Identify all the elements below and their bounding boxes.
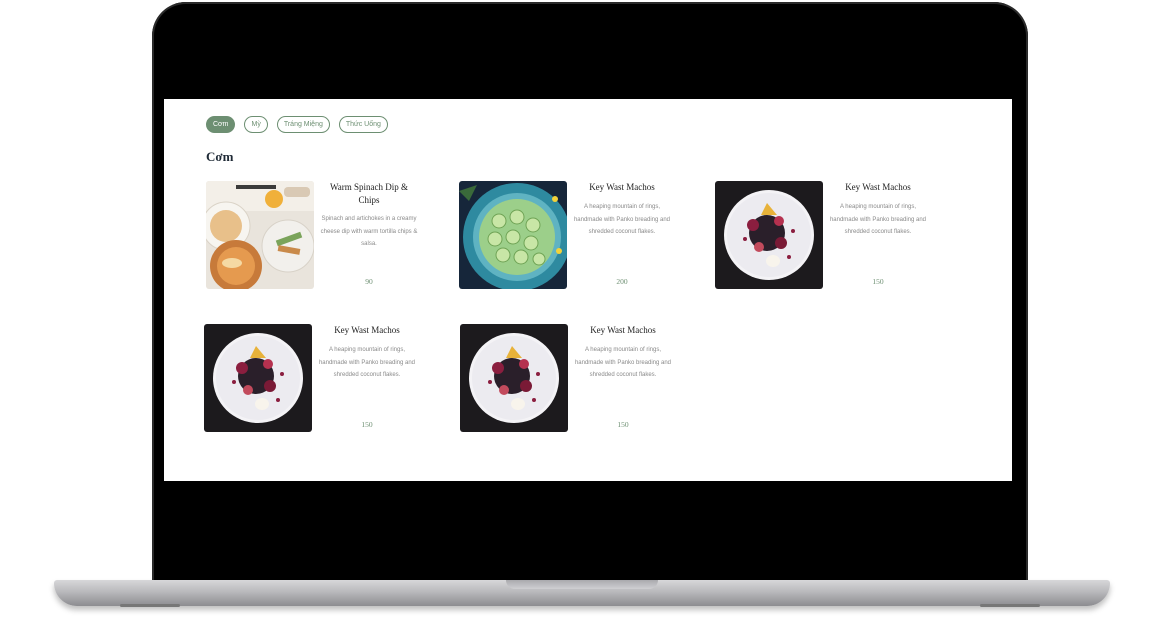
spinach-dip-photo [206, 181, 314, 289]
item-price: 90 [365, 277, 373, 286]
menu-item-card[interactable]: Warm Spinach Dip & Chips Spinach and art… [206, 181, 436, 291]
menu-item-card[interactable]: Key Wast Machos A heaping mountain of ri… [204, 324, 434, 434]
tab-thuc-uong[interactable]: Thức Uống [338, 116, 388, 133]
cucumber-salad-photo [459, 181, 567, 289]
section-title: Cơm [206, 149, 234, 164]
item-title: Key Wast Machos [845, 182, 911, 192]
menu-item-card[interactable]: Key Wast Machos A heaping mountain of ri… [459, 181, 689, 291]
plated-dish-photo [715, 181, 823, 289]
item-description: A heaping mountain of rings, handmade wi… [574, 347, 672, 378]
item-description: A heaping mountain of rings, handmade wi… [573, 204, 671, 235]
menu-item-card[interactable]: Key Wast Machos A heaping mountain of ri… [460, 324, 690, 434]
plated-dish-photo [204, 324, 312, 432]
category-tabs: Cơm Mỳ Tráng Miệng Thức Uống [206, 116, 388, 133]
item-title: Key Wast Machos [334, 325, 400, 335]
item-price: 150 [361, 420, 373, 429]
plated-dish-photo [460, 324, 568, 432]
item-description: A heaping mountain of rings, handmade wi… [318, 347, 416, 378]
menu-screen: Cơm Mỳ Tráng Miệng Thức Uống Cơm Warm Sp… [164, 99, 1012, 481]
menu-item-card[interactable]: Key Wast Machos A heaping mountain of ri… [715, 181, 945, 291]
laptop-notch [506, 580, 658, 589]
item-price: 200 [616, 277, 628, 286]
laptop-foot [980, 604, 1040, 607]
item-description: A heaping mountain of rings, handmade wi… [829, 204, 927, 235]
item-title: Key Wast Machos [589, 182, 655, 192]
item-price: 150 [617, 420, 629, 429]
item-description: Spinach and artichokes in a creamy chees… [320, 216, 418, 247]
tab-trang-mieng[interactable]: Tráng Miệng [276, 116, 330, 133]
tab-com[interactable]: Cơm [206, 116, 236, 133]
tab-my[interactable]: Mỳ [244, 116, 268, 133]
item-price: 150 [872, 277, 884, 286]
laptop-foot [120, 604, 180, 607]
item-title: Warm Spinach Dip & Chips [329, 182, 408, 205]
item-title: Key Wast Machos [590, 325, 656, 335]
